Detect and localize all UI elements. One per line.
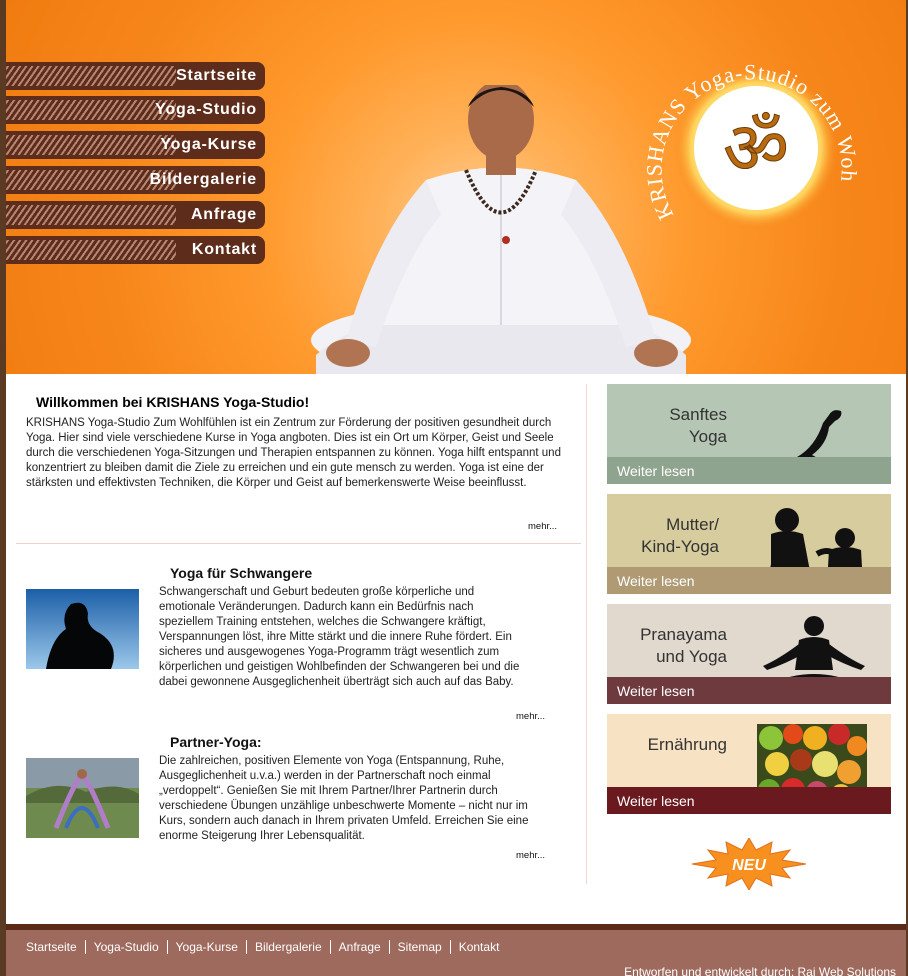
nav-stripes <box>6 135 176 155</box>
nav-stripes <box>6 100 176 120</box>
studio-logo: ॐ KRISHANS Yoga-Studio zum Wohlfühlen <box>636 30 861 230</box>
nav-label: Anfrage <box>190 206 257 223</box>
nav-label: Yoga-Studio <box>155 101 257 118</box>
nav-label: Yoga-Kurse <box>160 136 257 153</box>
content-divider <box>16 543 581 544</box>
footer-credit: Entworfen und entwickelt durch: Raj Web … <box>624 965 896 976</box>
pregnancy-more-link[interactable]: mehr... <box>516 711 545 722</box>
side-box-more-link[interactable]: Weiter lesen <box>617 793 695 809</box>
partner-yoga-photo <box>26 758 139 838</box>
footer-nav: Startseite Yoga-Studio Yoga-Kurse Bilder… <box>18 940 507 954</box>
nav-stripes <box>6 240 176 260</box>
welcome-text: KRISHANS Yoga-Studio Zum Wohlfühlen ist … <box>26 417 561 489</box>
nav-stripes <box>6 66 176 86</box>
credit-text: Entworfen und entwickelt durch: <box>624 965 795 976</box>
nav-kontakt[interactable]: Kontakt <box>6 236 265 264</box>
side-box-sanftes-yoga[interactable]: Sanftes Yoga Weiter lesen <box>607 384 891 484</box>
footer-link-startseite[interactable]: Startseite <box>18 940 85 954</box>
page: Startseite Yoga-Studio Yoga-Kurse Bilder… <box>6 0 906 976</box>
section-text-pregnancy: Schwangerschaft und Geburt bedeuten groß… <box>159 586 520 688</box>
header-banner: Startseite Yoga-Studio Yoga-Kurse Bilder… <box>6 0 906 374</box>
footer: Startseite Yoga-Studio Yoga-Kurse Bilder… <box>6 924 906 976</box>
om-symbol: ॐ <box>723 106 789 190</box>
side-box-title-line1: Sanftes <box>669 405 727 424</box>
new-badge-label: NEU <box>732 857 766 874</box>
nav-stripes <box>6 205 176 225</box>
side-box-title-line1: Pranayama <box>640 625 727 644</box>
side-box-ernaehrung[interactable]: Ernährung Weiter lesen <box>607 714 891 814</box>
side-box-title-line1: Mutter/ <box>666 515 719 534</box>
side-box-title-line2: Yoga <box>688 427 727 446</box>
footer-link-sitemap[interactable]: Sitemap <box>390 940 450 954</box>
nav-yoga-kurse[interactable]: Yoga-Kurse <box>6 131 265 159</box>
footer-link-yoga-kurse[interactable]: Yoga-Kurse <box>168 940 246 954</box>
welcome-title: Willkommen bei KRISHANS Yoga-Studio! <box>36 394 310 410</box>
side-box-more-link[interactable]: Weiter lesen <box>617 683 695 699</box>
side-box-title-line2: und Yoga <box>656 647 727 666</box>
side-box-mutter-kind-yoga[interactable]: Mutter/ Kind-Yoga Weiter lesen <box>607 494 891 594</box>
footer-link-bildergalerie[interactable]: Bildergalerie <box>247 940 330 954</box>
new-badge[interactable]: NEU <box>692 838 806 890</box>
side-box-title-line1: Ernährung <box>647 735 727 754</box>
footer-link-kontakt[interactable]: Kontakt <box>451 940 508 954</box>
nav-label: Bildergalerie <box>149 171 257 188</box>
nav-label: Startseite <box>176 67 257 84</box>
nav-startseite[interactable]: Startseite <box>6 62 265 90</box>
nav-label: Kontakt <box>191 241 257 258</box>
section-text-partner: Die zahlreichen, positiven Elemente von … <box>159 755 529 842</box>
nav-yoga-studio[interactable]: Yoga-Studio <box>6 96 265 124</box>
side-box-title-line2: Kind-Yoga <box>641 537 719 556</box>
footer-link-yoga-studio[interactable]: Yoga-Studio <box>86 940 167 954</box>
side-box-more-link[interactable]: Weiter lesen <box>617 573 695 589</box>
section-title-partner: Partner-Yoga: <box>170 734 262 750</box>
side-box-pranayama[interactable]: Pranayama und Yoga Weiter lesen <box>607 604 891 704</box>
nav-anfrage[interactable]: Anfrage <box>6 201 265 229</box>
side-box-more-link[interactable]: Weiter lesen <box>617 463 695 479</box>
credit-link[interactable]: Raj Web Solutions <box>798 965 897 976</box>
nav-bildergalerie[interactable]: Bildergalerie <box>6 166 265 194</box>
pregnancy-photo <box>26 589 139 669</box>
section-title-pregnancy: Yoga für Schwangere <box>170 565 313 581</box>
footer-link-anfrage[interactable]: Anfrage <box>331 940 389 954</box>
welcome-more-link[interactable]: mehr... <box>528 521 557 532</box>
column-divider <box>586 384 587 884</box>
partner-more-link[interactable]: mehr... <box>516 850 545 861</box>
